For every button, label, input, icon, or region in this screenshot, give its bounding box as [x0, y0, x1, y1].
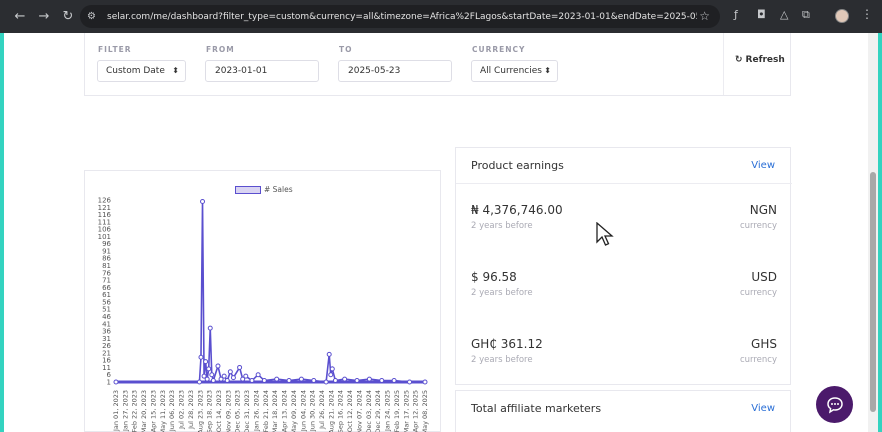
scrollbar-thumb[interactable]: [870, 172, 876, 412]
extensions-puzzle-icon[interactable]: ⧉: [802, 8, 810, 22]
refresh-button[interactable]: ↻ Refresh: [735, 55, 785, 65]
legend-label: # Sales: [264, 185, 293, 194]
earnings-period: 2 years before: [471, 221, 533, 231]
chat-support-button[interactable]: [816, 386, 853, 423]
to-label: TO: [339, 45, 353, 54]
drive-extension-icon[interactable]: △: [780, 8, 788, 21]
profile-avatar[interactable]: [835, 9, 849, 23]
currency-select[interactable]: All Currencies ⬍: [471, 60, 558, 82]
earnings-currency: NGN: [749, 203, 777, 217]
to-date-input[interactable]: 2025-05-23: [338, 60, 452, 82]
camera-extension-icon[interactable]: ◘: [757, 8, 766, 21]
forward-icon[interactable]: →: [33, 6, 55, 28]
earnings-currency: GHS: [751, 337, 777, 351]
chat-bubble-icon: [826, 396, 843, 414]
earnings-currency-label: currency: [739, 221, 777, 231]
product-earnings-card: Product earnings View ₦ 4,376,746.00 2 y…: [455, 147, 792, 385]
filter-type-value: Custom Date: [106, 66, 165, 76]
refresh-icon: ↻: [735, 55, 743, 65]
extension-icon[interactable]: ƒ: [734, 8, 738, 21]
earnings-row-ngn: ₦ 4,376,746.00 2 years before NGN curren…: [471, 203, 777, 243]
browser-menu-icon[interactable]: ⋮: [861, 7, 873, 21]
bookmark-star-icon[interactable]: ☆: [699, 9, 710, 23]
affiliates-card: Total affiliate marketers View: [455, 390, 791, 432]
back-icon[interactable]: ←: [9, 6, 31, 28]
reload-icon[interactable]: ↻: [57, 6, 79, 28]
earnings-period: 2 years before: [471, 288, 533, 298]
card-divider: [456, 183, 792, 184]
select-caret-icon: ⬍: [172, 66, 179, 75]
earnings-row-ghs: GH₵ 361.12 2 years before GHS currency: [471, 337, 777, 377]
earnings-amount: $ 96.58: [471, 270, 517, 284]
url-text[interactable]: selar.com/me/dashboard?filter_type=custo…: [107, 12, 697, 22]
currency-label: CURRENCY: [472, 45, 526, 54]
sales-chart-card: [84, 170, 441, 432]
affiliates-title: Total affiliate marketers: [471, 402, 602, 415]
refresh-divider: [723, 33, 724, 95]
earnings-currency-label: currency: [739, 288, 777, 298]
product-earnings-title: Product earnings: [471, 159, 564, 172]
browser-toolbar: ← → ↻ ⚙ selar.com/me/dashboard?filter_ty…: [0, 0, 882, 33]
from-date-input[interactable]: 2023-01-01: [205, 60, 319, 82]
filter-type-select[interactable]: Custom Date ⬍: [97, 60, 186, 82]
affiliates-view-link[interactable]: View: [751, 403, 775, 414]
product-earnings-view-link[interactable]: View: [751, 160, 775, 171]
filter-label: FILTER: [98, 45, 132, 54]
from-label: FROM: [206, 45, 235, 54]
earnings-amount: GH₵ 361.12: [471, 337, 543, 351]
refresh-label: Refresh: [745, 55, 785, 65]
earnings-amount: ₦ 4,376,746.00: [471, 203, 563, 217]
window-border-right: [878, 33, 882, 432]
site-settings-icon[interactable]: ⚙: [87, 11, 103, 22]
filter-panel: FILTER Custom Date ⬍ FROM 2023-01-01 TO …: [84, 33, 791, 96]
mouse-cursor-icon: [596, 222, 614, 246]
legend-swatch[interactable]: [235, 186, 261, 194]
address-bar[interactable]: ⚙ selar.com/me/dashboard?filter_type=cus…: [80, 5, 720, 28]
select-caret-icon: ⬍: [544, 66, 551, 75]
earnings-period: 2 years before: [471, 355, 533, 365]
earnings-row-usd: $ 96.58 2 years before USD currency: [471, 270, 777, 310]
currency-value: All Currencies: [480, 66, 542, 76]
earnings-currency: USD: [751, 270, 777, 284]
window-border-left: [0, 33, 4, 432]
earnings-currency-label: currency: [739, 355, 777, 365]
